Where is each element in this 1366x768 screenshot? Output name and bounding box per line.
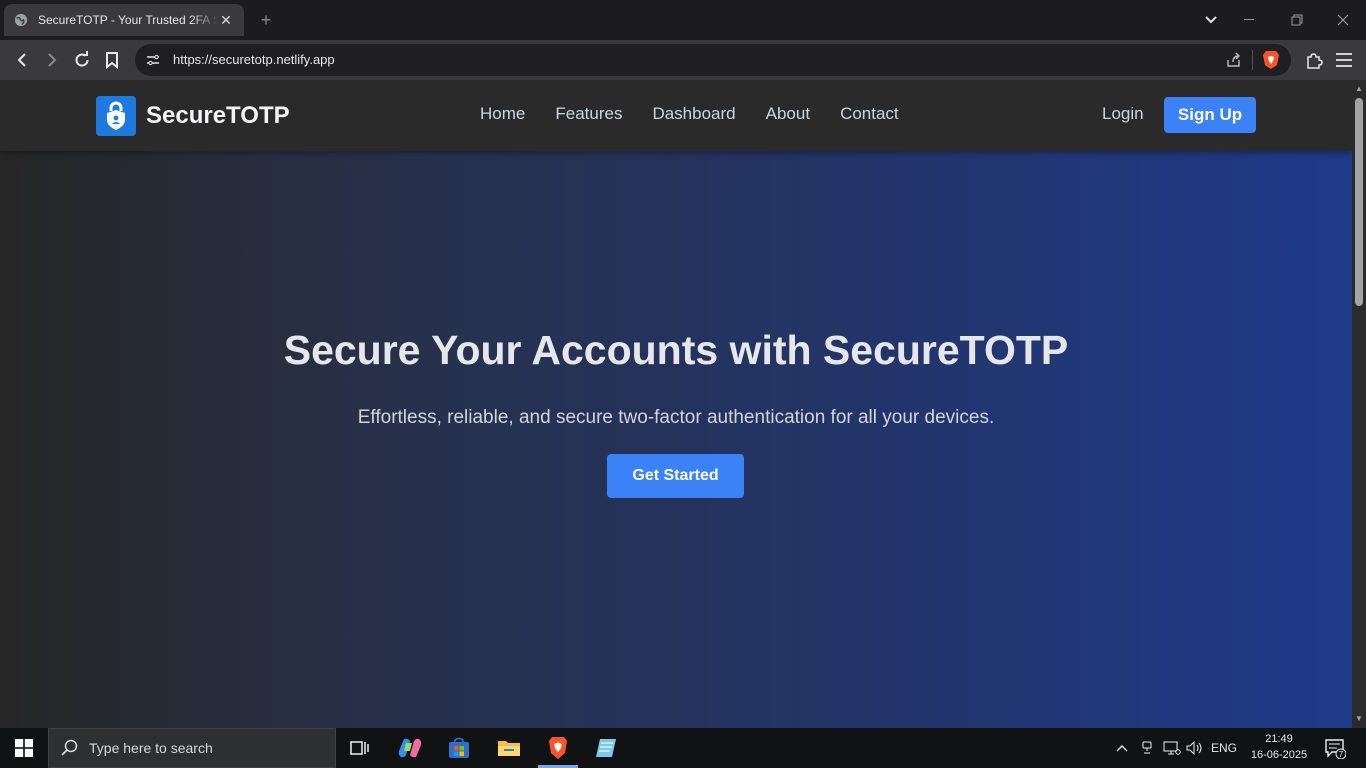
store-icon[interactable]: [435, 728, 483, 768]
hero-section: Secure Your Accounts with SecureTOTP Eff…: [0, 151, 1352, 728]
plus-icon[interactable]: +: [256, 10, 276, 30]
chevron-up-icon[interactable]: [1112, 728, 1132, 768]
extensions-icon[interactable]: [1302, 48, 1326, 72]
browser-tab-strip: SecureTOTP - Your Trusted 2FA Solution ✕…: [0, 0, 1366, 40]
clock-date: 16-06-2025: [1250, 749, 1308, 761]
notification-icon[interactable]: 7: [1318, 728, 1352, 768]
back-icon[interactable]: [10, 48, 34, 72]
clock-time: 21:49: [1265, 733, 1293, 745]
nav-contact[interactable]: Contact: [840, 104, 899, 124]
bookmark-icon[interactable]: [100, 48, 124, 72]
windows-taskbar: Type here to search ENG 21:49 16-06-2025…: [0, 728, 1366, 768]
close-window-icon[interactable]: [1321, 0, 1365, 40]
signup-button[interactable]: Sign Up: [1164, 97, 1256, 133]
brave-shield-icon[interactable]: [1262, 50, 1280, 70]
nav-home[interactable]: Home: [480, 104, 525, 124]
system-clock[interactable]: 21:49 16-06-2025: [1248, 731, 1310, 763]
shield-lock-icon: [96, 96, 136, 136]
get-started-button[interactable]: Get Started: [607, 454, 744, 498]
hero-heading: Secure Your Accounts with SecureTOTP: [283, 327, 1069, 373]
share-icon[interactable]: [1226, 52, 1242, 68]
main-nav: Home Features Dashboard About Contact: [480, 104, 929, 124]
globe-icon: [14, 13, 28, 27]
page-scrollbar[interactable]: ▲ ▼: [1352, 80, 1366, 728]
url-text: https://securetotp.netlify.app: [173, 52, 335, 67]
site-navbar: SecureTOTP Home Features Dashboard About…: [0, 80, 1352, 151]
scroll-down-icon[interactable]: ▼: [1354, 714, 1364, 724]
restore-icon[interactable]: [1275, 0, 1319, 40]
taskbar-search-box[interactable]: Type here to search: [48, 728, 336, 768]
scroll-thumb[interactable]: [1355, 98, 1363, 306]
login-link[interactable]: Login: [1102, 104, 1144, 124]
search-placeholder: Type here to search: [89, 740, 213, 756]
close-icon[interactable]: ✕: [218, 12, 234, 28]
divider: [1252, 50, 1253, 70]
menu-icon[interactable]: [1332, 48, 1356, 72]
address-bar[interactable]: https://securetotp.netlify.app: [135, 44, 1291, 76]
reload-icon[interactable]: [70, 48, 94, 72]
network-icon[interactable]: [1138, 728, 1156, 768]
hero-subheading: Effortless, reliable, and secure two-fac…: [357, 407, 995, 428]
brave-browser-icon[interactable]: [534, 728, 582, 768]
tab-title: SecureTOTP - Your Trusted 2FA Solution: [38, 13, 218, 27]
nav-features[interactable]: Features: [555, 104, 622, 124]
volume-icon[interactable]: [1184, 728, 1206, 768]
forward-icon[interactable]: [40, 48, 64, 72]
nav-dashboard[interactable]: Dashboard: [652, 104, 735, 124]
notepad-icon[interactable]: [582, 728, 630, 768]
language-indicator[interactable]: ENG: [1208, 728, 1240, 768]
nav-about[interactable]: About: [766, 104, 810, 124]
site-settings-icon[interactable]: [146, 54, 160, 66]
minimize-icon[interactable]: [1228, 0, 1272, 40]
scroll-up-icon[interactable]: ▲: [1354, 84, 1364, 94]
chevron-down-icon[interactable]: [1189, 0, 1233, 40]
browser-tab[interactable]: SecureTOTP - Your Trusted 2FA Solution ✕: [4, 4, 244, 36]
site-logo[interactable]: SecureTOTP: [96, 96, 290, 136]
copilot-icon[interactable]: [386, 728, 434, 768]
brand-name: SecureTOTP: [146, 102, 290, 129]
windows-start-icon[interactable]: [0, 728, 48, 768]
wifi-icon[interactable]: [1160, 728, 1184, 768]
notification-count: 7: [1339, 750, 1344, 759]
task-view-icon[interactable]: [336, 728, 384, 768]
search-icon: [61, 739, 78, 756]
file-explorer-icon[interactable]: [485, 728, 533, 768]
page-viewport: SecureTOTP Home Features Dashboard About…: [0, 80, 1352, 728]
